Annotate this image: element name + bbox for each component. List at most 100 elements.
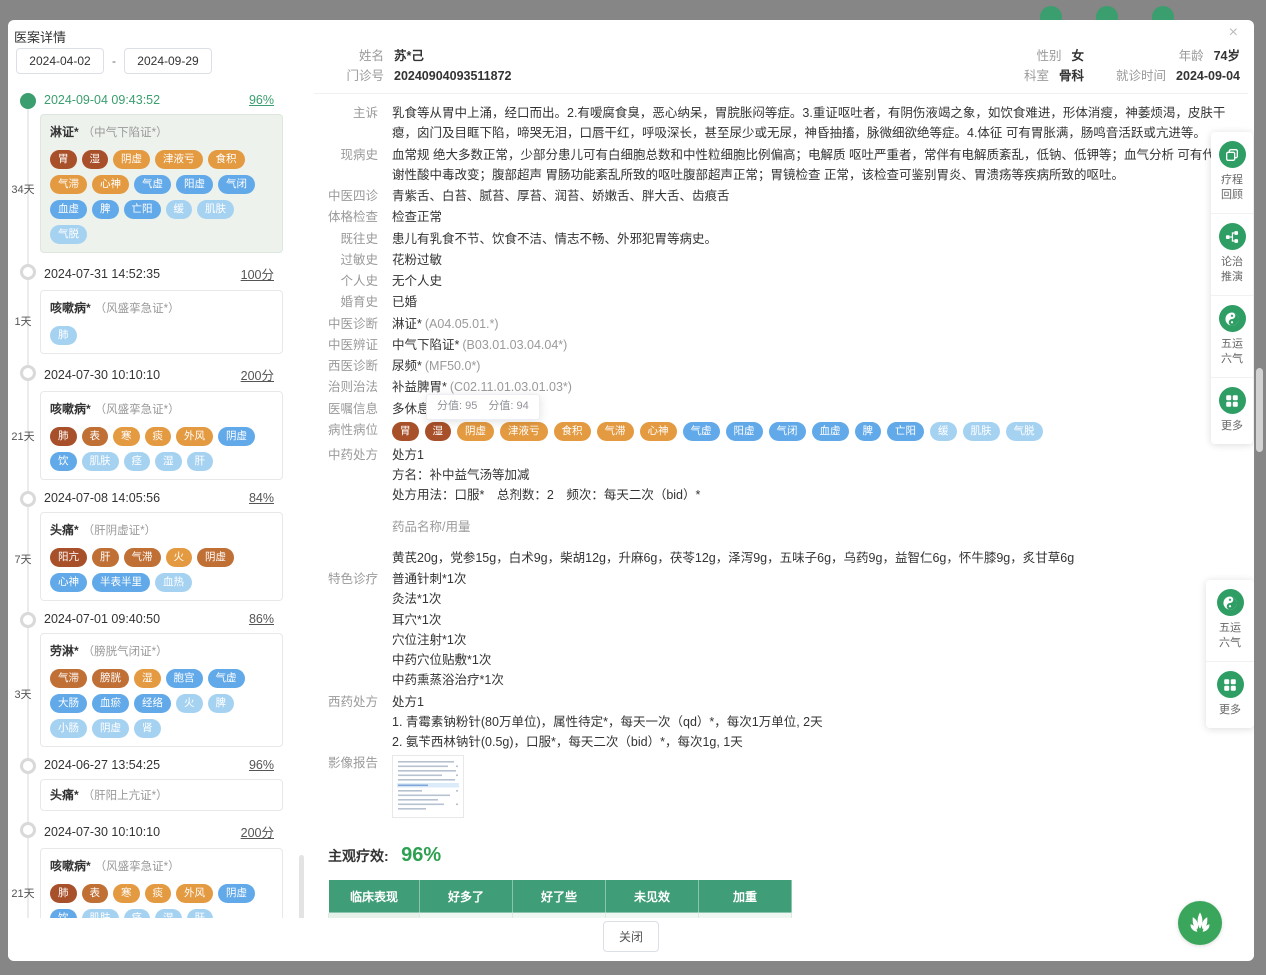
close-button[interactable]: 关闭 xyxy=(603,921,659,952)
deduction-icon xyxy=(1219,223,1246,250)
syndrome-tag: 食积 xyxy=(208,150,245,169)
field-label: 过敏史 xyxy=(316,250,378,270)
toolbar-button[interactable]: 论治推演 xyxy=(1211,214,1253,296)
syndrome-tag: 食积 xyxy=(554,422,591,441)
field-value: 血常规 绝大多数正常，少部分患儿可有白细胞总数和中性粒细胞比例偏高；电解质 呕吐… xyxy=(392,145,1226,186)
visit-diagnosis-line: 咳嗽病*（风盛挛急证*） xyxy=(50,400,273,418)
side-toolbar-top: 疗程回顾 论治推演 五运六气 更多 xyxy=(1211,132,1253,444)
visit-score-link[interactable]: 96% xyxy=(249,758,274,772)
timeline-dot xyxy=(20,365,36,381)
date-from-input[interactable] xyxy=(16,48,104,74)
syndrome-name: （风盛挛急证*） xyxy=(95,303,180,315)
timeline-item[interactable]: 3天 2024-07-01 09:40:50 86% 劳淋*（膀胱气闭证*） 气… xyxy=(8,611,306,747)
field-label: 西药处方 xyxy=(316,692,378,753)
field-value: 患儿有乳食不节、饮食不洁、情志不畅、外邪犯胃等病史。 xyxy=(392,229,1226,249)
visit-diagnosis-line: 头痛*（肝阳上亢证*） xyxy=(50,786,273,804)
syndrome-tag: 脾 xyxy=(855,422,882,441)
case-detail-panel: 姓名 苏*己 门诊号 20240904093511872 性别 女 科室 骨科 xyxy=(314,44,1248,921)
date-to-input[interactable] xyxy=(124,48,212,74)
syndrome-tag: 缓 xyxy=(930,422,957,441)
syndrome-tags: 肺 xyxy=(50,326,273,345)
report-thumbnail[interactable] xyxy=(392,755,464,818)
diagnosis-name: 咳嗽病* xyxy=(50,859,91,873)
efficacy-value: 96% xyxy=(401,844,441,866)
visit-date: 2024-06-27 13:54:25 xyxy=(44,758,160,772)
patient-header: 姓名 苏*己 门诊号 20240904093511872 性别 女 科室 骨科 xyxy=(314,44,1248,86)
syndrome-tag: 心神 xyxy=(50,573,87,592)
visit-score-link[interactable]: 84% xyxy=(249,491,274,505)
syndrome-tag: 湿 xyxy=(82,150,109,169)
syndrome-tag: 小肠 xyxy=(50,719,87,738)
page-scrollbar-thumb[interactable] xyxy=(1256,368,1263,452)
toolbar-button[interactable]: 五运六气 xyxy=(1206,580,1254,662)
syndrome-tag: 缓 xyxy=(166,200,193,219)
visit-timeline-sidebar: 34天 2024-09-04 09:43:52 96% 淋证*（中气下陷证*） … xyxy=(8,88,306,935)
field-value: 中气下陷证*(B03.01.03.04.04*) xyxy=(392,335,1226,355)
syndrome-name: （肝阳上亢证*） xyxy=(83,790,168,802)
syndrome-tag: 湿 xyxy=(425,422,452,441)
visit-score-link[interactable]: 96% xyxy=(249,93,274,107)
syndrome-tag: 血热 xyxy=(155,573,192,592)
gap-days-label: 7天 xyxy=(8,551,38,567)
timeline-item[interactable]: 21天 2024-07-30 10:10:10 200分 咳嗽病*（风盛挛急证*… xyxy=(8,364,306,480)
field-label: 治则治法 xyxy=(316,377,378,397)
course-review-icon xyxy=(1219,141,1246,168)
toolbar-button[interactable]: 疗程回顾 xyxy=(1211,132,1253,214)
syndrome-tags: 阳亢肝气滞火阴虚心神半表半里血热 xyxy=(50,548,273,592)
toolbar-button[interactable]: 五运六气 xyxy=(1211,296,1253,378)
gap-days-label: 34天 xyxy=(8,181,38,197)
field-value: 花粉过敏 xyxy=(392,250,1226,270)
syndrome-tag: 津液亏 xyxy=(500,422,548,441)
syndrome-tag: 胃 xyxy=(392,422,419,441)
syndrome-name: （膀胱气闭证*） xyxy=(83,646,168,658)
visit-date: 2024-09-04 09:43:52 xyxy=(44,93,160,107)
timeline-item[interactable]: 1天 2024-07-31 14:52:35 100分 咳嗽病*（风盛挛急证*）… xyxy=(8,263,306,354)
toolbar-button-label: 疗程回顾 xyxy=(1221,173,1243,203)
syndrome-tag: 津液亏 xyxy=(155,150,203,169)
field-label: 婚育史 xyxy=(316,292,378,312)
toolbar-button[interactable]: 更多 xyxy=(1206,662,1254,728)
visit-card[interactable]: 咳嗽病*（风盛挛急证*） 肺表寒痰外风阴虚饮肌肤痉湿肝 xyxy=(40,391,283,480)
visit-card[interactable]: 咳嗽病*（风盛挛急证*） 肺 xyxy=(40,290,283,354)
syndrome-tag: 火 xyxy=(176,694,203,713)
record-field: 个人史 无个人史 xyxy=(316,271,1226,291)
timeline-item[interactable]: 2024-06-27 13:54:25 96% 头痛*（肝阳上亢证*） xyxy=(8,757,306,811)
visit-date: 2024-07-01 09:40:50 xyxy=(44,612,160,626)
visit-score-link[interactable]: 86% xyxy=(249,612,274,626)
visit-score-link[interactable]: 200分 xyxy=(241,365,274,384)
visit-card[interactable]: 劳淋*（膀胱气闭证*） 气滞膀胱湿胞宫气虚大肠血瘀经络火脾小肠阴虚肾 xyxy=(40,633,283,747)
syndrome-tag: 表 xyxy=(82,884,109,903)
record-field: 西医诊断 尿频*(MF50.0*) xyxy=(316,356,1226,376)
visit-diagnosis-line: 头痛*（肝阴虚证*） xyxy=(50,521,273,539)
taiji-icon xyxy=(1222,595,1238,611)
toolbar-button-label: 论治推演 xyxy=(1221,255,1243,285)
visit-score-link[interactable]: 100分 xyxy=(241,264,274,283)
visit-score-link[interactable]: 200分 xyxy=(241,822,274,841)
visit-card[interactable]: 头痛*（肝阳上亢证*） xyxy=(40,779,283,811)
syndrome-tag: 湿 xyxy=(134,669,161,688)
close-icon[interactable]: × xyxy=(1229,25,1238,41)
gap-days-label: 21天 xyxy=(8,885,38,901)
field-label: 影像报告 xyxy=(316,753,378,818)
field-label: 西医诊断 xyxy=(316,356,378,376)
toolbar-button-label: 更多 xyxy=(1219,703,1241,718)
field-value: 检查正常 xyxy=(392,207,1226,227)
efficacy-col-header: 未见效 xyxy=(606,880,699,913)
lotus-logo[interactable] xyxy=(1178,901,1222,945)
timeline-item[interactable]: 7天 2024-07-08 14:05:56 84% 头痛*（肝阴虚证*） 阳亢… xyxy=(8,490,306,601)
toolbar-button[interactable]: 更多 xyxy=(1211,378,1253,444)
field-value: 无个人史 xyxy=(392,271,1226,291)
patient-age: 74岁 xyxy=(1214,46,1240,66)
visit-diagnosis-line: 咳嗽病*（风盛挛急证*） xyxy=(50,857,273,875)
sidebar-scrollbar-thumb[interactable] xyxy=(299,855,304,927)
syndrome-tag: 亡阳 xyxy=(124,200,161,219)
visit-card[interactable]: 淋证*（中气下陷证*） 胃湿阴虚津液亏食积气滞心神气虚阳虚气闭血虚脾亡阳缓肌肤气… xyxy=(40,114,283,253)
field-label: 体格检查 xyxy=(316,207,378,227)
efficacy-col-header: 好了些 xyxy=(513,880,606,913)
timeline-item[interactable]: 34天 2024-09-04 09:43:52 96% 淋证*（中气下陷证*） … xyxy=(8,92,306,253)
record-field: 特色诊疗 普通针刺*1次灸法*1次耳穴*1次穴位注射*1次中药穴位贴敷*1次中药… xyxy=(316,569,1226,691)
visit-card[interactable]: 头痛*（肝阴虚证*） 阳亢肝气滞火阴虚心神半表半里血热 xyxy=(40,512,283,601)
outpatient-no-label: 门诊号 xyxy=(338,66,384,86)
dialog-title: 医案详情 xyxy=(14,27,66,46)
syndrome-tag: 气脱 xyxy=(1006,422,1043,441)
